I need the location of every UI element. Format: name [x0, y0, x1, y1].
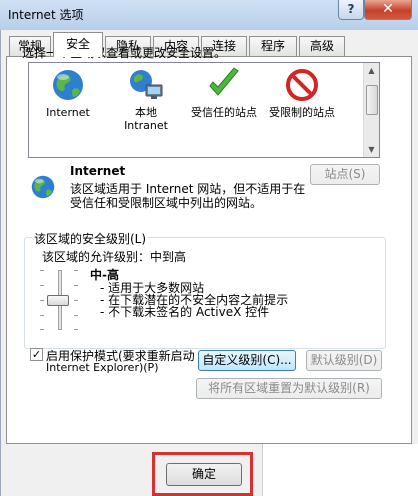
- security-level-description: - 适用于大多数网站 - 在下载潜在的不安全内容之前提示 - 不下载未签名的 A…: [100, 282, 288, 318]
- zone-label: 受限制的站点: [269, 106, 335, 119]
- blank-area: [262, 444, 418, 496]
- level-bullet: - 不下载未签名的 ActiveX 控件: [100, 305, 270, 319]
- zone-list-scrollbar[interactable]: ▲ ▼: [363, 63, 379, 157]
- reset-all-zones-button[interactable]: 将所有区域重置为默认级别(R): [196, 378, 382, 399]
- zone-internet[interactable]: Internet: [29, 67, 107, 119]
- zone-list: Internet 本地 Intranet 受信任的站点 受限制的站点 ▲ ▼: [28, 62, 380, 158]
- default-level-button[interactable]: 默认级别(D): [306, 350, 382, 371]
- slider-tick: [74, 285, 78, 286]
- close-button[interactable]: ✕: [364, 0, 412, 20]
- no-entry-icon: [282, 67, 322, 103]
- slider-tick: [40, 315, 44, 316]
- protected-mode-checkbox[interactable]: ✓: [30, 348, 43, 361]
- globe-icon: [28, 172, 58, 205]
- zone-trusted-sites[interactable]: 受信任的站点: [185, 67, 263, 119]
- allowed-levels-text: 该区域的允许级别：中到高: [42, 250, 187, 264]
- title-bar: Internet 选项 ? ✕: [0, 0, 418, 30]
- zone-restricted-sites[interactable]: 受限制的站点: [263, 67, 341, 119]
- selected-zone-name: Internet: [70, 164, 126, 178]
- slider-tick: [40, 300, 44, 301]
- ok-button-highlight: [152, 452, 253, 496]
- sites-button[interactable]: 站点(S): [310, 164, 380, 185]
- help-icon: ?: [347, 2, 355, 16]
- scroll-thumb[interactable]: [366, 85, 378, 115]
- tab-label: 安全: [65, 37, 90, 51]
- scroll-down-icon[interactable]: ▼: [367, 145, 376, 154]
- slider-tick: [74, 300, 78, 301]
- zone-label: Internet: [46, 106, 90, 119]
- checkmark-icon: [204, 67, 244, 103]
- zone-label: 受信任的站点: [191, 106, 257, 119]
- slider-tick: [40, 270, 44, 271]
- zone-label: 本地 Intranet: [124, 106, 168, 132]
- slider-tick: [74, 270, 78, 271]
- tab-label: 程序: [260, 39, 285, 53]
- slider-tick: [74, 329, 78, 330]
- tab-label: 高级: [309, 39, 334, 53]
- globe-icon: [48, 67, 88, 103]
- slider-tick: [74, 315, 78, 316]
- selected-zone-description: 该区域适用于 Internet 网站，但不适用于在受信任和受限制区域中列出的网站…: [70, 182, 306, 210]
- custom-level-button[interactable]: 自定义级别(C)...: [198, 350, 296, 371]
- slider-tick: [40, 329, 44, 330]
- tab-advanced[interactable]: 高级: [299, 36, 345, 56]
- network-icon: [126, 67, 166, 103]
- zone-local-intranet[interactable]: 本地 Intranet: [107, 67, 185, 132]
- tab-security[interactable]: 安全: [53, 32, 103, 57]
- scroll-up-icon[interactable]: ▲: [367, 66, 376, 75]
- close-icon: ✕: [382, 1, 394, 17]
- slider-tick: [40, 285, 44, 286]
- help-button[interactable]: ?: [338, 0, 364, 20]
- security-level-legend: 该区域的安全级别(L): [32, 230, 149, 247]
- tab-programs[interactable]: 程序: [249, 36, 297, 56]
- security-level-slider-thumb[interactable]: [47, 295, 69, 306]
- protected-mode-label-line2: Internet Explorer)(P): [46, 361, 159, 374]
- window-title: Internet 选项: [8, 8, 84, 22]
